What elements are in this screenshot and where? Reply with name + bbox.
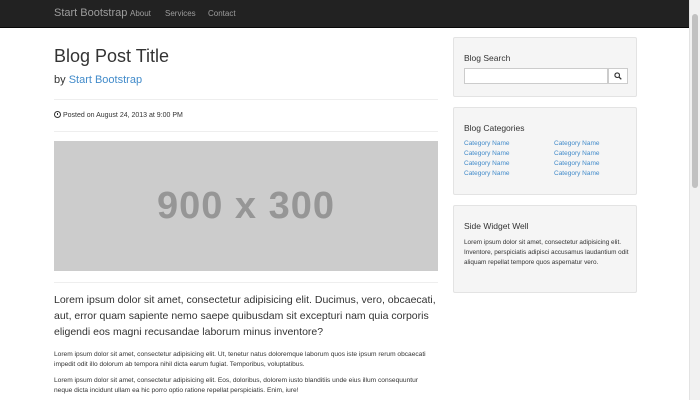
side-widget-text: Lorem ipsum dolor sit amet, consectetur … <box>464 239 629 266</box>
search-button[interactable] <box>608 68 628 84</box>
category-link[interactable]: Category Name <box>464 160 510 167</box>
navbar-brand[interactable]: Start Bootstrap <box>54 7 127 19</box>
byline-prefix: by <box>54 74 66 86</box>
side-widget-title: Side Widget Well <box>464 221 529 231</box>
categories-title: Blog Categories <box>464 123 525 133</box>
divider <box>54 99 438 100</box>
post-lead: Lorem ipsum dolor sit amet, consectetur … <box>54 294 436 338</box>
post-paragraph: Lorem ipsum dolor sit amet, consectetur … <box>54 377 418 394</box>
category-link[interactable]: Category Name <box>464 170 510 177</box>
post-image-placeholder: 900 x 300 <box>54 141 438 271</box>
nav-link-services[interactable]: Services <box>165 9 196 18</box>
scrollbar-thumb[interactable] <box>692 14 698 188</box>
category-link[interactable]: Category Name <box>554 170 600 177</box>
page-scrollbar[interactable] <box>689 0 700 400</box>
post-byline: by Start Bootstrap <box>54 74 142 86</box>
navbar: Start Bootstrap About Services Contact <box>0 0 690 28</box>
search-icon <box>614 72 622 80</box>
category-link[interactable]: Category Name <box>554 150 600 157</box>
side-widget-well: Side Widget Well Lorem ipsum dolor sit a… <box>453 205 637 293</box>
author-link[interactable]: Start Bootstrap <box>69 74 142 86</box>
image-size-text: 900 x 300 <box>156 184 336 227</box>
nav-link-about[interactable]: About <box>130 9 151 18</box>
category-link[interactable]: Category Name <box>464 150 510 157</box>
divider <box>54 131 438 132</box>
post-paragraph: Lorem ipsum dolor sit amet, consectetur … <box>54 351 426 368</box>
post-date: Posted on August 24, 2013 at 9:00 PM <box>54 110 183 119</box>
category-link[interactable]: Category Name <box>554 160 600 167</box>
search-title: Blog Search <box>464 53 511 63</box>
search-well: Blog Search <box>453 37 637 97</box>
nav-link-contact[interactable]: Contact <box>208 9 236 18</box>
divider <box>54 282 438 283</box>
search-input[interactable] <box>464 68 608 84</box>
category-link[interactable]: Category Name <box>464 140 510 147</box>
categories-well: Blog Categories Category Name Category N… <box>453 107 637 195</box>
post-date-text: Posted on August 24, 2013 at 9:00 PM <box>63 112 183 119</box>
category-link[interactable]: Category Name <box>554 140 600 147</box>
post-title: Blog Post Title <box>54 46 170 66</box>
clock-icon <box>54 111 61 118</box>
